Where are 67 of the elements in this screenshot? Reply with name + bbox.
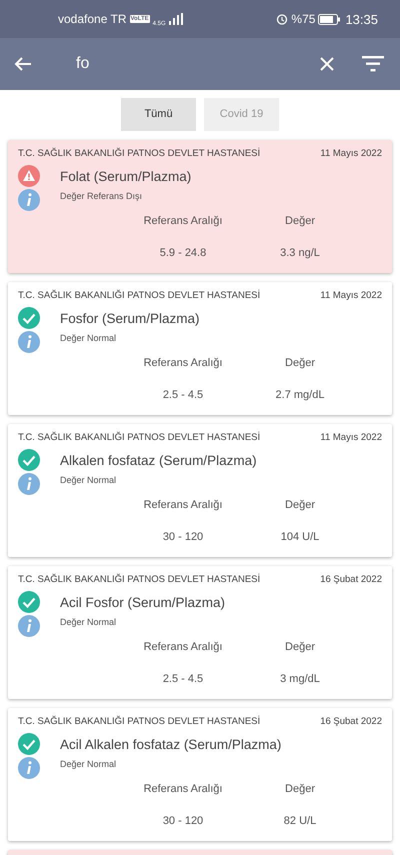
status-note: Değer Normal: [60, 475, 116, 485]
reference-range: 30 - 120: [162, 815, 204, 827]
column-header: Değer: [285, 499, 315, 511]
result-value: 104 U/L: [280, 531, 320, 543]
info-icon: [18, 189, 40, 211]
result-date: 11 Mayıs 2022: [320, 148, 382, 159]
result-card[interactable]: T.C. SAĞLIK BAKANLIĞI PATNOS DEVLET HASTANESİ 16 Şubat 2022 Acil Fosfor (Serum/Plazma) Değer Normal Referans Aralığı Değer 2.5 - 4.5 3 mg/dL: [8, 566, 392, 699]
test-name: Fosfor (Serum/Plazma): [60, 310, 200, 326]
test-name: Acil Fosfor (Serum/Plazma): [60, 594, 226, 610]
test-name: Acil Alkalen fosfataz (Serum/Plazma): [60, 736, 282, 752]
status-note: Değer Referans Dışı: [60, 191, 142, 201]
column-header: Değer: [285, 215, 315, 227]
back-arrow-icon: [14, 56, 32, 72]
warning-icon: [18, 165, 40, 187]
reference-range: 2.5 - 4.5: [162, 673, 204, 685]
column-header: Referans Aralığı: [144, 357, 222, 369]
result-value: 3.3 ng/L: [280, 247, 320, 259]
column-header: Referans Aralığı: [144, 783, 222, 795]
filter-tab[interactable]: Tümü: [121, 98, 196, 130]
battery-icon: [318, 14, 340, 24]
hospital-name: T.C. SAĞLIK BAKANLIĞI PATNOS DEVLET HASTANESİ: [18, 574, 260, 585]
filter-icon: [362, 56, 384, 72]
status-note: Değer Normal: [60, 617, 116, 627]
reference-range: 2.5 - 4.5: [162, 389, 204, 401]
check-icon: [18, 591, 40, 613]
result-date: 16 Şubat 2022: [320, 574, 382, 585]
info-icon: [18, 615, 40, 637]
result-card[interactable]: T.C. SAĞLIK BAKANLIĞI PATNOS DEVLET HASTANESİ 11 Mayıs 2022 Fosfor (Serum/Plazma) Değer Normal Referans Aralığı Değer 2.5 - 4.5 2.7 mg/dL: [8, 282, 392, 415]
result-card[interactable]: T.C. SAĞLIK BAKANLIĞI PATNOS DEVLET HASTANESİ 11 Mayıs 2022 Folat (Serum/Plazma) Değer Referans Dışı Referans Aralığı Değer 5.9 - 24.8 3.3 ng/L: [8, 140, 392, 273]
status-note: Değer Normal: [60, 333, 116, 343]
result-value: 82 U/L: [284, 815, 316, 827]
result-date: 16 Şubat 2022: [320, 716, 382, 727]
check-icon: [18, 733, 40, 755]
column-header: Değer: [285, 357, 315, 369]
alarm-icon: [276, 13, 288, 25]
result-date: 11 Mayıs 2022: [320, 432, 382, 443]
hospital-name: T.C. SAĞLIK BAKANLIĞI PATNOS DEVLET HASTANESİ: [18, 290, 260, 301]
reference-range: 5.9 - 24.8: [160, 247, 206, 259]
battery-percent: %75: [291, 12, 316, 26]
search-field[interactable]: fo: [76, 51, 316, 77]
result-card[interactable]: T.C. SAĞLIK BAKANLIĞI PATNOS DEVLET HASTANESİ 16 Şubat 2022 Acil Alkalen fosfataz (Serum/Plazma) Değer Normal Referans Aralığı Değer 30 - 120 82 U/L: [8, 708, 392, 841]
status-note: Değer Normal: [60, 759, 116, 769]
result-value: 3 mg/dL: [280, 673, 320, 685]
reference-range: 30 - 120: [162, 531, 204, 543]
column-header: Değer: [285, 783, 315, 795]
info-icon: [18, 757, 40, 779]
column-header: Referans Aralığı: [144, 499, 222, 511]
column-header: Referans Aralığı: [144, 641, 222, 653]
column-header: Referans Aralığı: [144, 215, 222, 227]
result-date: 11 Mayıs 2022: [320, 290, 382, 301]
info-icon: [18, 473, 40, 495]
carrier-name: vodafone TR: [58, 12, 126, 26]
close-icon: [320, 57, 334, 71]
hospital-name: T.C. SAĞLIK BAKANLIĞI PATNOS DEVLET HASTANESİ: [18, 432, 260, 443]
hospital-name: T.C. SAĞLIK BAKANLIĞI PATNOS DEVLET HASTANESİ: [18, 716, 260, 727]
test-name: Folat (Serum/Plazma): [60, 168, 192, 184]
info-icon: [18, 331, 40, 353]
check-icon: [18, 307, 40, 329]
result-value: 2.7 mg/dL: [276, 389, 324, 401]
signal-icon: [168, 13, 183, 25]
column-header: Değer: [285, 641, 315, 653]
search-bar[interactable]: fo: [0, 38, 400, 90]
clock-time: 13:35: [345, 12, 378, 26]
hospital-name: T.C. SAĞLIK BAKANLIĞI PATNOS DEVLET HASTANESİ: [18, 148, 260, 159]
result-card[interactable]: T.C. SAĞLIK BAKANLIĞI PATNOS DEVLET HASTANESİ 11 Mayıs 2022 Alkalen fosfataz (Serum/Plazma) Değer Normal Referans Aralığı Değer 30 - 120 104 U/L: [8, 424, 392, 557]
check-icon: [18, 449, 40, 471]
test-name: Alkalen fosfataz (Serum/Plazma): [60, 452, 257, 468]
